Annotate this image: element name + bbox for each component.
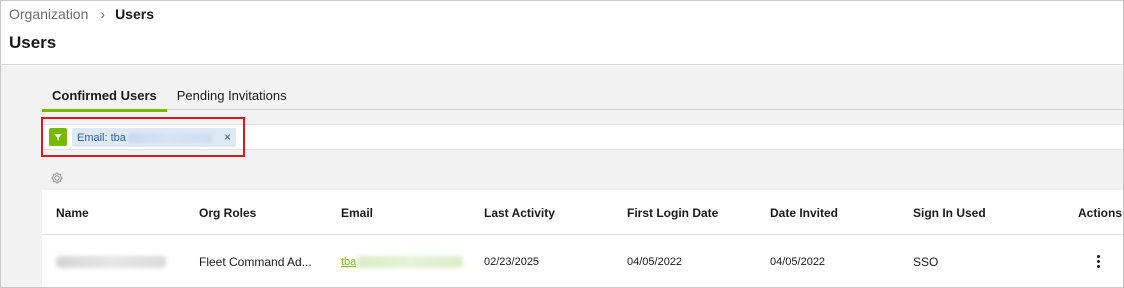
cell-email: tba <box>341 236 464 287</box>
highlight-annotation-box <box>41 117 245 157</box>
cell-org-roles: Fleet Command Ad... <box>199 254 312 269</box>
gear-icon[interactable] <box>49 170 65 186</box>
tab-bar: Confirmed Users Pending Invitations <box>42 80 1123 112</box>
redacted-email <box>357 255 464 268</box>
column-header-last-activity[interactable]: Last Activity <box>484 190 555 235</box>
tab-confirmed-users[interactable]: Confirmed Users <box>42 80 167 112</box>
breadcrumb-organization[interactable]: Organization <box>9 6 88 22</box>
column-header-email[interactable]: Email <box>341 190 373 235</box>
cell-date-invited: 04/05/2022 <box>770 255 826 268</box>
column-header-actions: Actions <box>1078 205 1123 220</box>
breadcrumb: Organization › Users <box>9 5 154 23</box>
table-header: Name Org Roles Email Last Activity First… <box>42 190 1123 235</box>
tab-pending-invitations[interactable]: Pending Invitations <box>167 80 297 110</box>
kebab-menu-icon[interactable] <box>1090 236 1106 287</box>
email-link[interactable]: tba <box>341 256 356 268</box>
column-header-name[interactable]: Name <box>56 190 89 235</box>
column-header-sign-in-used[interactable]: Sign In Used <box>913 190 986 235</box>
cell-sign-in-used: SSO <box>913 254 939 269</box>
cell-name <box>56 236 166 287</box>
users-table: Name Org Roles Email Last Activity First… <box>42 190 1123 287</box>
column-header-date-invited[interactable]: Date Invited <box>770 190 838 235</box>
breadcrumb-current: Users <box>115 6 154 22</box>
page-title: Users <box>9 33 57 52</box>
column-header-first-login-date[interactable]: First Login Date <box>627 190 718 235</box>
table-row[interactable]: Fleet Command Ad... tba 02/23/2025 04/05… <box>42 236 1123 287</box>
cell-first-login-date: 04/05/2022 <box>627 255 683 268</box>
main-content: Confirmed Users Pending Invitations Emai… <box>1 66 1123 287</box>
redacted-name <box>56 255 166 268</box>
column-header-org-roles[interactable]: Org Roles <box>199 190 256 235</box>
page-header: Organization › Users Users <box>1 1 1123 65</box>
breadcrumb-separator: › <box>100 6 106 22</box>
cell-last-activity: 02/23/2025 <box>484 255 540 268</box>
